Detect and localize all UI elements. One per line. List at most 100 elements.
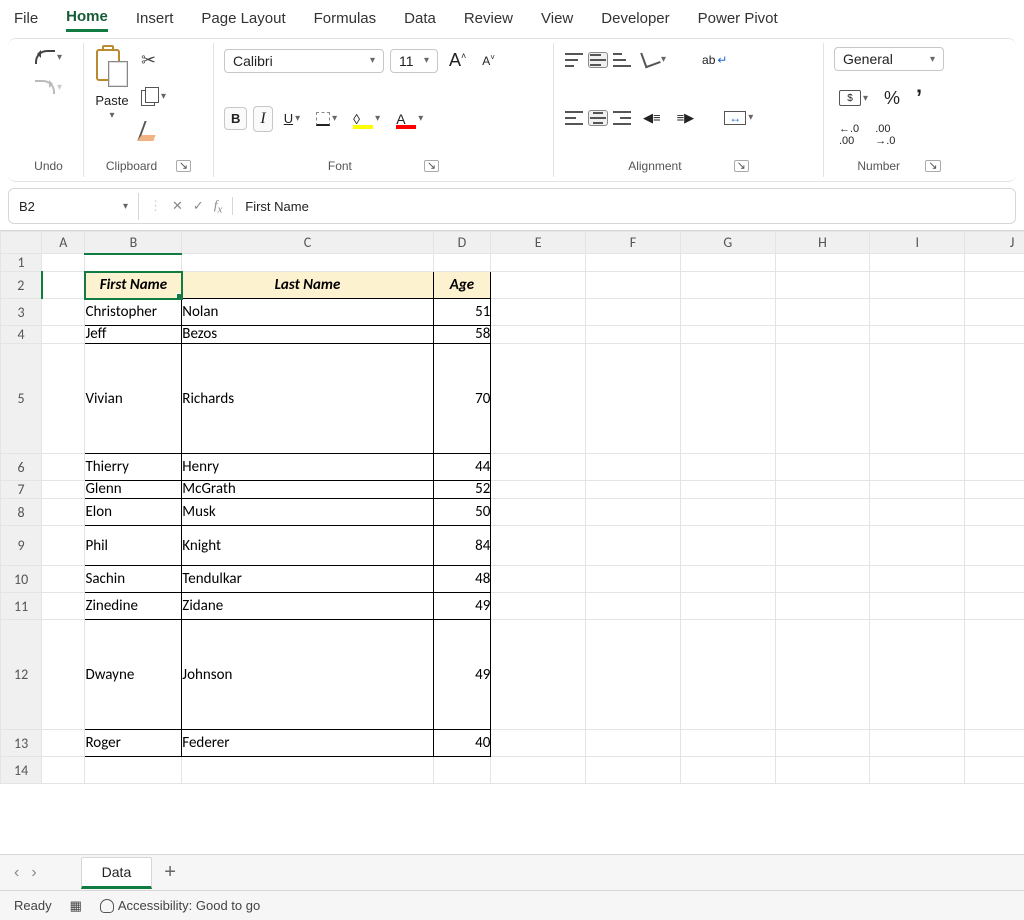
cell-C5[interactable]: Richards bbox=[182, 344, 433, 454]
cell-C3[interactable]: Nolan bbox=[182, 299, 433, 326]
row-header-5[interactable]: 5 bbox=[1, 344, 42, 454]
cell-A12[interactable] bbox=[42, 620, 85, 730]
cell-B9[interactable]: Phil bbox=[85, 526, 182, 566]
italic-button[interactable]: I bbox=[253, 106, 272, 132]
cell-F11[interactable] bbox=[586, 593, 681, 620]
cell-E11[interactable] bbox=[491, 593, 586, 620]
cell-C12[interactable]: Johnson bbox=[182, 620, 433, 730]
add-sheet-button[interactable]: + bbox=[164, 861, 176, 884]
cell-G1[interactable] bbox=[680, 254, 775, 272]
macro-record-icon[interactable]: ▦ bbox=[70, 898, 82, 914]
cell-C8[interactable]: Musk bbox=[182, 499, 433, 526]
cell-F2[interactable] bbox=[586, 272, 681, 299]
row-header-13[interactable]: 13 bbox=[1, 730, 42, 757]
cell-C4[interactable]: Bezos bbox=[182, 326, 433, 344]
row-header-8[interactable]: 8 bbox=[1, 499, 42, 526]
cell-D10[interactable]: 48 bbox=[433, 566, 491, 593]
cell-G11[interactable] bbox=[680, 593, 775, 620]
cell-J10[interactable] bbox=[965, 566, 1024, 593]
cell-F9[interactable] bbox=[586, 526, 681, 566]
cell-A11[interactable] bbox=[42, 593, 85, 620]
cell-H5[interactable] bbox=[775, 344, 870, 454]
col-header-C[interactable]: C bbox=[182, 232, 433, 254]
align-right-button[interactable] bbox=[612, 110, 632, 126]
cell-I3[interactable] bbox=[870, 299, 965, 326]
cell-G2[interactable] bbox=[680, 272, 775, 299]
tab-power-pivot[interactable]: Power Pivot bbox=[698, 10, 778, 31]
cell-E9[interactable] bbox=[491, 526, 586, 566]
cell-H11[interactable] bbox=[775, 593, 870, 620]
cell-A13[interactable] bbox=[42, 730, 85, 757]
cell-B13[interactable]: Roger bbox=[85, 730, 182, 757]
cell-B4[interactable]: Jeff bbox=[85, 326, 182, 344]
decrease-decimal-button[interactable]: .00→.0 bbox=[870, 120, 900, 150]
cell-I8[interactable] bbox=[870, 499, 965, 526]
cell-B6[interactable]: Thierry bbox=[85, 454, 182, 481]
cell-A4[interactable] bbox=[42, 326, 85, 344]
cell-C14[interactable] bbox=[182, 757, 433, 784]
col-header-G[interactable]: G bbox=[680, 232, 775, 254]
cell-I9[interactable] bbox=[870, 526, 965, 566]
cell-F3[interactable] bbox=[586, 299, 681, 326]
cell-A5[interactable] bbox=[42, 344, 85, 454]
cell-D2[interactable]: Age bbox=[433, 272, 491, 299]
cell-D12[interactable]: 49 bbox=[433, 620, 491, 730]
cell-J14[interactable] bbox=[965, 757, 1024, 784]
cell-I11[interactable] bbox=[870, 593, 965, 620]
tab-view[interactable]: View bbox=[541, 10, 573, 31]
tab-file[interactable]: File bbox=[14, 10, 38, 31]
cell-A3[interactable] bbox=[42, 299, 85, 326]
row-header-1[interactable]: 1 bbox=[1, 254, 42, 272]
cell-J3[interactable] bbox=[965, 299, 1024, 326]
merge-center-button[interactable]: ▾ bbox=[719, 108, 758, 128]
align-left-button[interactable] bbox=[564, 110, 584, 126]
clipboard-launcher[interactable]: ↘ bbox=[176, 160, 191, 172]
font-name-select[interactable]: Calibri▾ bbox=[224, 49, 384, 73]
cell-G7[interactable] bbox=[680, 481, 775, 499]
cell-I4[interactable] bbox=[870, 326, 965, 344]
cell-D7[interactable]: 52 bbox=[433, 481, 491, 499]
cell-I1[interactable] bbox=[870, 254, 965, 272]
font-launcher[interactable]: ↘ bbox=[424, 160, 439, 172]
cell-J13[interactable] bbox=[965, 730, 1024, 757]
cell-I14[interactable] bbox=[870, 757, 965, 784]
cell-H2[interactable] bbox=[775, 272, 870, 299]
decrease-indent-button[interactable]: ◀≡ bbox=[638, 107, 666, 129]
copy-button[interactable]: ▾ bbox=[136, 84, 171, 108]
row-header-11[interactable]: 11 bbox=[1, 593, 42, 620]
cell-H7[interactable] bbox=[775, 481, 870, 499]
cell-D9[interactable]: 84 bbox=[433, 526, 491, 566]
cell-E8[interactable] bbox=[491, 499, 586, 526]
decrease-font-button[interactable]: A˅ bbox=[477, 50, 500, 71]
cell-D14[interactable] bbox=[433, 757, 491, 784]
cell-J9[interactable] bbox=[965, 526, 1024, 566]
cell-B12[interactable]: Dwayne bbox=[85, 620, 182, 730]
row-header-4[interactable]: 4 bbox=[1, 326, 42, 344]
cell-E6[interactable] bbox=[491, 454, 586, 481]
cell-F13[interactable] bbox=[586, 730, 681, 757]
cell-E1[interactable] bbox=[491, 254, 586, 272]
cell-G8[interactable] bbox=[680, 499, 775, 526]
cell-F4[interactable] bbox=[586, 326, 681, 344]
cell-J12[interactable] bbox=[965, 620, 1024, 730]
cell-H6[interactable] bbox=[775, 454, 870, 481]
font-color-button[interactable]: A▾ bbox=[391, 108, 428, 130]
row-header-6[interactable]: 6 bbox=[1, 454, 42, 481]
tab-home[interactable]: Home bbox=[66, 8, 108, 32]
wrap-text-button[interactable] bbox=[697, 49, 732, 70]
cell-J7[interactable] bbox=[965, 481, 1024, 499]
row-header-10[interactable]: 10 bbox=[1, 566, 42, 593]
cell-I2[interactable] bbox=[870, 272, 965, 299]
cell-A10[interactable] bbox=[42, 566, 85, 593]
cell-A9[interactable] bbox=[42, 526, 85, 566]
col-header-B[interactable]: B bbox=[85, 232, 182, 254]
cell-E13[interactable] bbox=[491, 730, 586, 757]
align-bottom-button[interactable] bbox=[612, 52, 632, 68]
cell-A6[interactable] bbox=[42, 454, 85, 481]
row-header-12[interactable]: 12 bbox=[1, 620, 42, 730]
col-header-A[interactable]: A bbox=[42, 232, 85, 254]
cell-C2[interactable]: Last Name bbox=[182, 272, 433, 299]
cell-C13[interactable]: Federer bbox=[182, 730, 433, 757]
borders-button[interactable]: ▾ bbox=[311, 109, 342, 129]
cell-D1[interactable] bbox=[433, 254, 491, 272]
